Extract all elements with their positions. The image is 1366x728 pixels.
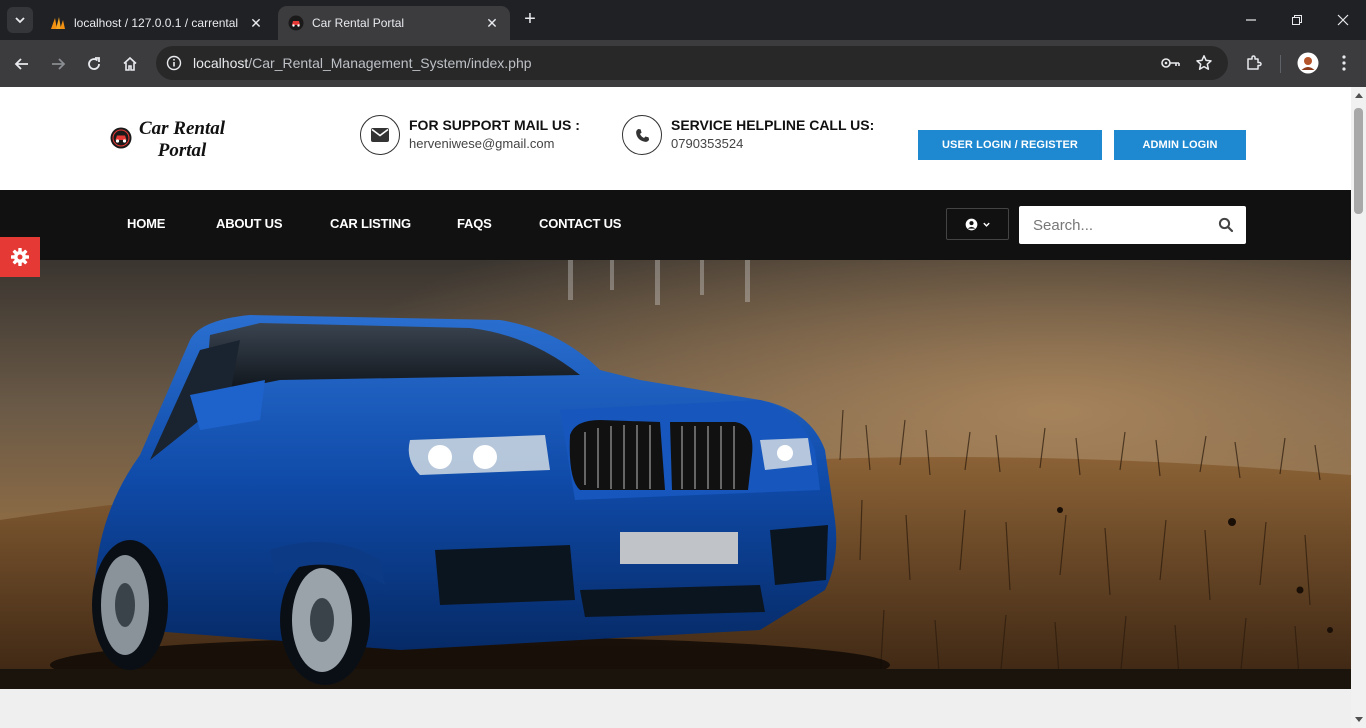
reload-icon <box>88 57 100 70</box>
browser-tab-bar: localhost / 127.0.0.1 / carrental ✕ Car … <box>0 0 1366 40</box>
logo-line-1: Car Rental <box>138 118 226 139</box>
close-icon <box>1337 14 1349 26</box>
helpline-label: SERVICE HELPLINE CALL US: <box>671 117 875 133</box>
tab-search-button[interactable] <box>7 7 33 33</box>
nav-contact-us[interactable]: CONTACT US <box>539 216 621 231</box>
forward-button[interactable] <box>43 49 73 79</box>
site-header: Car Rental Portal FOR SUPPORT MAIL US : … <box>0 87 1351 190</box>
address-bar[interactable]: localhost/Car_Rental_Management_System/i… <box>156 46 1228 80</box>
arrow-left-icon <box>14 58 28 70</box>
page-viewport: Car Rental Portal FOR SUPPORT MAIL US : … <box>0 87 1351 728</box>
close-tab-icon[interactable]: ✕ <box>484 15 500 31</box>
scroll-up-arrow-icon[interactable] <box>1355 93 1363 98</box>
arrow-right-icon <box>52 58 66 70</box>
hero-banner <box>0 260 1351 689</box>
home-icon <box>123 56 137 71</box>
chevron-down-icon <box>982 222 990 227</box>
scroll-down-arrow-icon[interactable] <box>1355 717 1363 722</box>
url-path: /Car_Rental_Management_System/index.php <box>248 55 532 71</box>
admin-login-button[interactable]: ADMIN LOGIN <box>1114 130 1246 160</box>
envelope-icon <box>371 128 389 142</box>
logo-text: Car Rental Portal <box>134 118 230 162</box>
nav-home[interactable]: HOME <box>127 216 165 231</box>
close-window-button[interactable] <box>1320 0 1366 40</box>
browser-toolbar: localhost/Car_Rental_Management_System/i… <box>0 40 1366 87</box>
car-logo-icon <box>110 127 132 149</box>
user-login-register-button[interactable]: USER LOGIN / REGISTER <box>918 130 1102 160</box>
phone-circle <box>622 115 662 155</box>
home-button[interactable] <box>115 49 145 79</box>
password-key-icon[interactable] <box>1161 53 1181 73</box>
minimize-icon <box>1246 19 1256 21</box>
extensions-puzzle-icon[interactable] <box>1242 51 1266 75</box>
url-text: localhost/Car_Rental_Management_System/i… <box>193 55 532 71</box>
phone-icon <box>635 128 649 142</box>
scrollbar-thumb[interactable] <box>1354 108 1363 214</box>
nav-about-us[interactable]: ABOUT US <box>216 216 282 231</box>
browser-tab-car-rental[interactable]: Car Rental Portal ✕ <box>278 6 510 40</box>
tab-title: localhost / 127.0.0.1 / carrental <box>74 16 239 30</box>
search-form <box>1019 206 1246 244</box>
logo-line-2: Portal <box>157 140 207 161</box>
helpline-phone: 0790353524 <box>671 136 744 151</box>
site-info-icon[interactable] <box>164 53 184 73</box>
browser-tab-phpmyadmin[interactable]: localhost / 127.0.0.1 / carrental ✕ <box>40 6 274 40</box>
restore-button[interactable] <box>1274 0 1320 40</box>
settings-toggle-button[interactable] <box>0 237 40 277</box>
search-icon[interactable] <box>1218 217 1234 233</box>
gear-icon <box>11 248 29 266</box>
reload-button[interactable] <box>79 49 109 79</box>
nav-car-listing[interactable]: CAR LISTING <box>330 216 411 231</box>
toolbar-divider <box>1280 55 1281 73</box>
close-tab-icon[interactable]: ✕ <box>248 15 264 31</box>
helpline-block: SERVICE HELPLINE CALL US: 0790353524 <box>622 115 874 155</box>
car-rental-favicon-icon <box>288 15 304 31</box>
new-tab-button[interactable]: + <box>519 9 541 31</box>
minimize-button[interactable] <box>1228 0 1274 40</box>
profile-avatar[interactable] <box>1296 51 1320 75</box>
search-input[interactable] <box>1019 206 1209 244</box>
hero-car-image <box>0 260 1351 689</box>
back-button[interactable] <box>7 49 37 79</box>
site-logo[interactable]: Car Rental Portal <box>110 118 230 162</box>
restore-icon <box>1292 15 1302 25</box>
page-scrollbar[interactable] <box>1351 87 1366 728</box>
support-mail-block: FOR SUPPORT MAIL US : herveniwese@gmail.… <box>360 115 580 155</box>
nav-faqs[interactable]: FAQS <box>457 216 492 231</box>
bookmark-star-icon[interactable] <box>1194 53 1214 73</box>
support-email: herveniwese@gmail.com <box>409 136 555 151</box>
mail-circle <box>360 115 400 155</box>
tab-title: Car Rental Portal <box>312 16 405 30</box>
phpmyadmin-favicon-icon <box>51 17 65 29</box>
chevron-down-icon <box>15 17 25 24</box>
browser-menu-icon[interactable] <box>1332 51 1356 75</box>
url-host: localhost <box>193 55 249 71</box>
main-navbar: HOME ABOUT US CAR LISTING FAQS CONTACT U… <box>0 190 1351 260</box>
user-dropdown-button[interactable] <box>946 208 1009 240</box>
user-circle-icon <box>965 218 977 230</box>
support-label: FOR SUPPORT MAIL US : <box>409 117 580 133</box>
